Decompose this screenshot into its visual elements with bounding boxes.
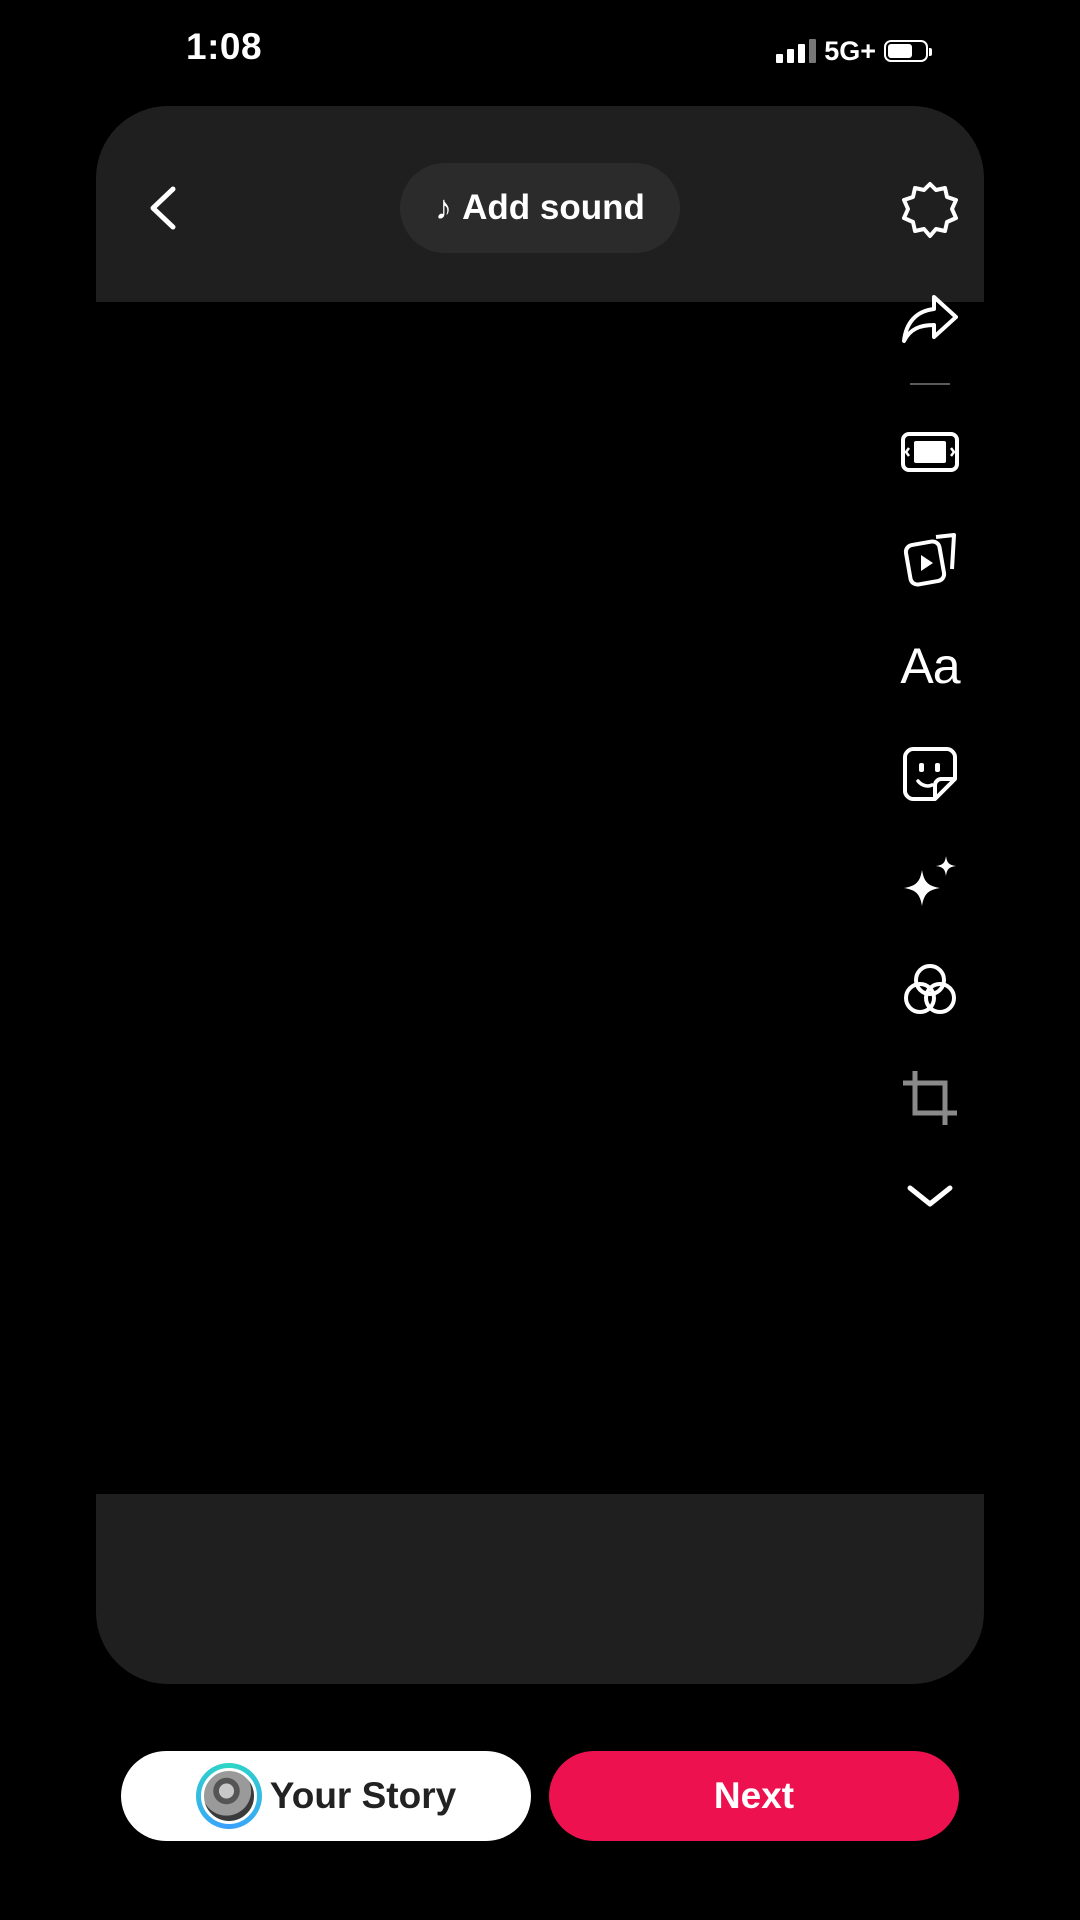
text-button[interactable]: Aa (898, 634, 962, 698)
share-button[interactable] (898, 286, 962, 350)
video-preview[interactable] (96, 302, 984, 1494)
status-time: 1:08 (186, 26, 263, 67)
effects-sparkle-icon (904, 856, 956, 906)
next-label: Next (713, 1775, 795, 1816)
filters-button[interactable] (898, 958, 962, 1022)
aspect-ratio-icon (901, 432, 959, 472)
toolbar-divider (910, 383, 950, 385)
signal-icon (776, 39, 817, 63)
add-sound-label: Add sound (462, 188, 645, 227)
effects-button[interactable] (898, 850, 962, 914)
templates-button[interactable] (898, 527, 962, 591)
next-button[interactable]: Next (549, 1751, 959, 1841)
network-type: 5G+ (824, 35, 876, 66)
sticker-button[interactable] (898, 742, 962, 806)
status-indicators: 5G+ (776, 34, 932, 68)
battery-icon (884, 40, 932, 62)
back-button[interactable] (140, 180, 184, 236)
your-story-label: Your Story (269, 1775, 457, 1816)
settings-icon (902, 182, 958, 238)
avatar (195, 1763, 262, 1829)
aspect-ratio-button[interactable] (898, 420, 962, 484)
share-arrow-icon (902, 295, 958, 343)
editor-card (96, 106, 984, 1684)
settings-button[interactable] (898, 178, 962, 242)
video-templates-icon (903, 533, 956, 587)
add-sound-button[interactable]: ♪ Add sound (400, 163, 680, 253)
crop-icon (903, 1071, 957, 1125)
your-story-button[interactable]: Your Story (121, 1751, 531, 1841)
filters-icon (904, 964, 956, 1014)
chevron-down-icon (907, 1185, 953, 1207)
chevron-left-icon (150, 186, 176, 230)
more-tools-button[interactable] (898, 1164, 962, 1228)
music-note-icon: ♪ (435, 189, 453, 227)
crop-button[interactable] (898, 1066, 962, 1130)
sticker-icon (903, 747, 957, 801)
